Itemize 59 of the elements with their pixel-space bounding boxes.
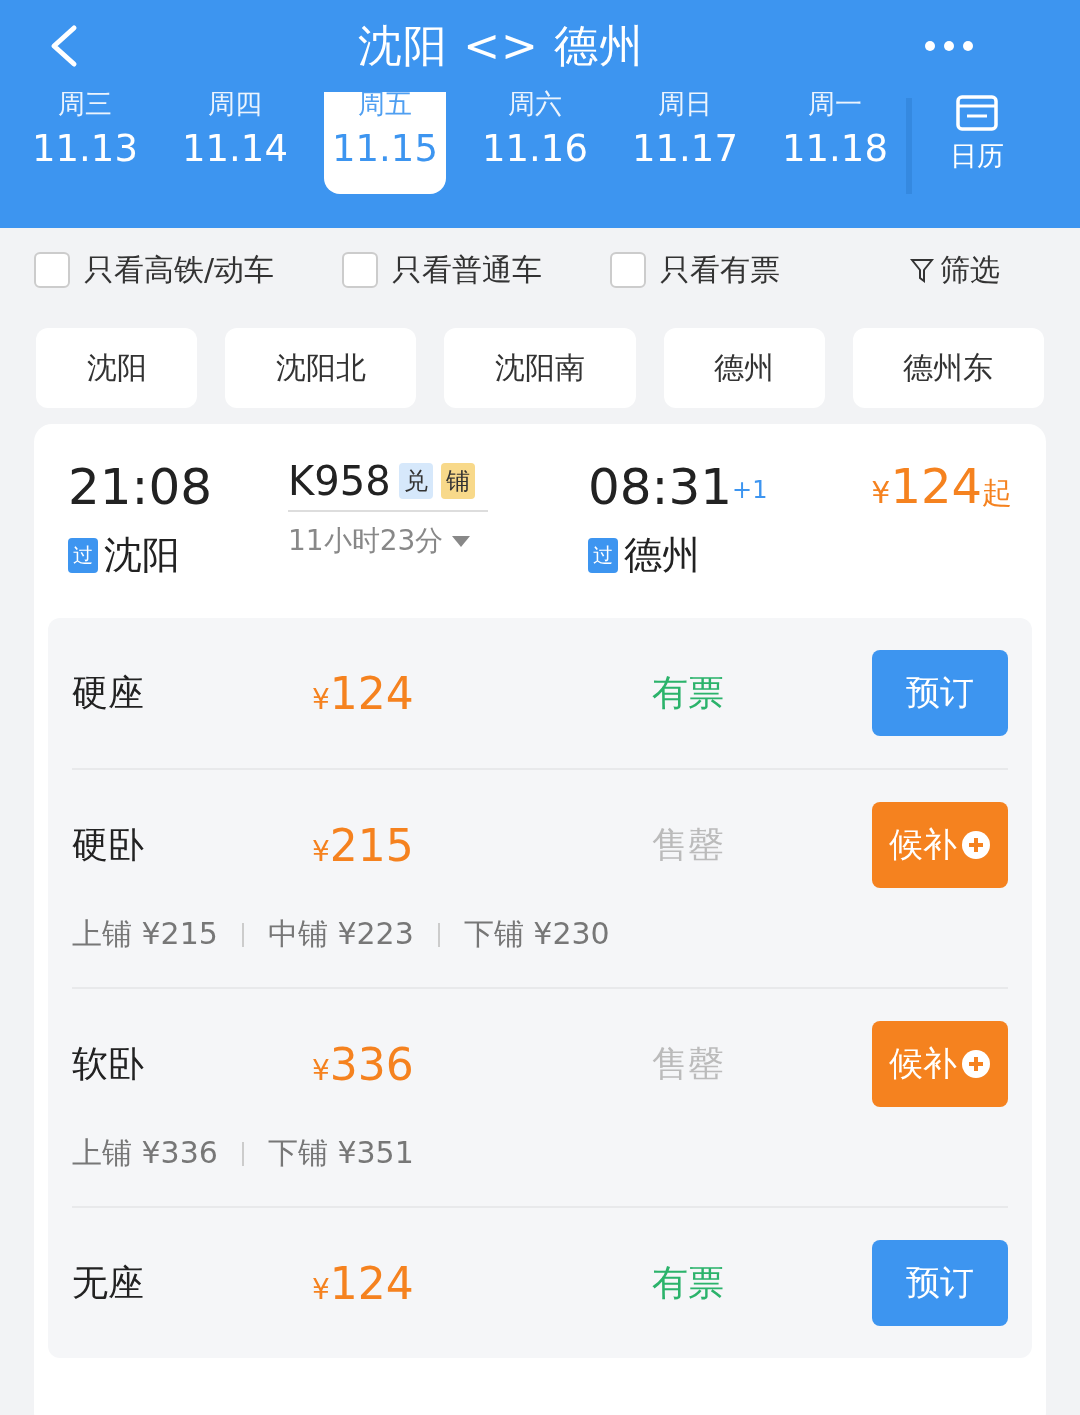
train-badge: 铺 [440,463,475,499]
station-chip[interactable]: 沈阳北 [225,328,417,408]
date-tab[interactable]: 周三 11.13 [24,92,146,194]
ticket-status: 售罄 [652,822,725,867]
seat-price: ¥215 [312,819,415,871]
station-chip[interactable]: 沈阳 [36,328,198,408]
station-chip[interactable]: 德州 [663,328,825,408]
ticket-status: 售罄 [652,1041,725,1086]
seat-type: 硬座 [72,670,145,715]
berth-price: 下铺 ¥351 [267,1134,414,1172]
calendar-button[interactable]: 日历 [950,92,1004,194]
filter-label[interactable]: 只看高铁/动车 [84,249,275,291]
filter-button[interactable]: 筛选 [904,248,1006,292]
calendar-icon [955,92,999,132]
day-offset: +1 [732,475,768,504]
checkbox[interactable] [610,252,647,288]
pass-tag: 过 [588,538,618,573]
caret-icon [451,534,472,548]
plus-icon [961,1049,991,1079]
berth-price: 下铺 ¥230 [463,915,610,953]
arrive-station: 德州 [624,532,700,579]
seat-price: ¥124 [312,1257,415,1309]
station-chip[interactable]: 沈阳南 [444,328,636,408]
seat-type: 无座 [72,1260,145,1305]
checkbox[interactable] [342,252,379,288]
filter-label[interactable]: 只看有票 [660,249,781,291]
more-icon[interactable] [924,40,974,52]
plus-icon [961,830,991,860]
waitlist-button[interactable]: 候补 [872,802,1008,888]
station-chip[interactable]: 德州东 [852,328,1044,408]
ticket-status: 有票 [652,670,725,715]
seat-price: ¥124 [312,667,415,719]
depart-time: 21:08 [68,458,214,516]
berth-price: 上铺 ¥215 [72,915,218,953]
book-button[interactable]: 预订 [872,650,1008,736]
duration-toggle[interactable]: 11小时23分 [288,522,588,560]
berth-price: 中铺 ¥223 [267,915,414,953]
seat-type: 硬卧 [72,822,145,867]
date-tab[interactable]: 周六 11.16 [474,92,596,194]
lowest-price: ¥124起 [871,458,1012,514]
waitlist-button[interactable]: 候补 [872,1021,1008,1107]
filter-label[interactable]: 只看普通车 [392,249,543,291]
pass-tag: 过 [68,538,98,573]
ticket-status: 有票 [652,1260,725,1305]
seat-type: 软卧 [72,1041,145,1086]
depart-station: 沈阳 [104,532,180,579]
date-tab[interactable]: 周日 11.17 [624,92,746,194]
seat-price: ¥336 [312,1038,415,1090]
arrive-time: 08:31 [588,458,733,516]
berth-price: 上铺 ¥336 [72,1134,218,1172]
book-button[interactable]: 预订 [872,1240,1008,1326]
train-badge: 兑 [398,463,433,499]
train-number: K958 [288,458,391,504]
funnel-icon [910,256,934,284]
date-tab[interactable]: 周五 11.15 [324,92,446,194]
checkbox[interactable] [34,252,70,288]
route-title: 沈阳 <> 德州 [358,18,644,73]
date-tab[interactable]: 周四 11.14 [174,92,296,194]
date-tab[interactable]: 周一 11.18 [774,92,896,194]
